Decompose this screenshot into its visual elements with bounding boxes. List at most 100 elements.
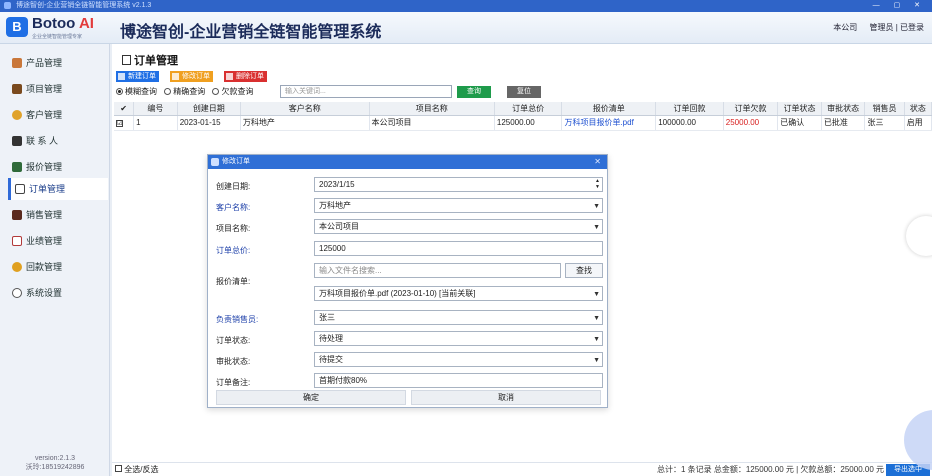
table-header-row: ✔ 编号 创建日期 客户名称 项目名称 订单总价 报价清单 订单回款 订单欠款 … <box>114 102 932 116</box>
approval-value: 待提交 <box>319 355 343 364</box>
radio-exact[interactable] <box>164 88 172 95</box>
select-all-toggle[interactable]: 全选/反选 <box>115 463 158 476</box>
note-label: 订单备注: <box>216 378 251 387</box>
window-title: 博途智创-企业营销全链智能管理系统 v2.1.3 <box>15 2 152 9</box>
col-approval[interactable]: 审批状态 <box>821 102 866 116</box>
cell-date: 2023-01-15 <box>177 115 241 131</box>
note-input[interactable]: 首期付款80% <box>314 373 603 388</box>
total-price-input[interactable]: 125000 <box>314 241 603 256</box>
total-price-label: 订单总价: <box>216 246 251 255</box>
col-status[interactable]: 状态 <box>904 102 932 116</box>
cancel-button[interactable]: 取消 <box>411 390 601 405</box>
col-project[interactable]: 项目名称 <box>369 102 495 116</box>
radio-fuzzy[interactable] <box>116 88 123 95</box>
project-select[interactable]: 本公司项目 ▼ <box>314 219 603 234</box>
sidebar-item-products[interactable]: 产品管理 <box>8 52 108 74</box>
row-checkbox[interactable]: ☑ <box>114 115 135 131</box>
sidebar-item-label: 系统设置 <box>26 288 63 298</box>
orders-table: ✔ 编号 创建日期 客户名称 项目名称 订单总价 报价清单 订单回款 订单欠款 … <box>114 102 932 131</box>
edit-order-button[interactable]: 修改订单 <box>170 71 213 82</box>
table-row[interactable]: ☑ 1 2023-01-15 万科地产 本公司项目 125000.00 万科项目… <box>114 115 932 131</box>
delete-order-button[interactable]: 删除订单 <box>224 71 267 82</box>
app-icon <box>4 1 11 9</box>
col-total[interactable]: 订单总价 <box>494 102 563 116</box>
sidebar-item-label: 报价管理 <box>26 162 63 172</box>
reset-button[interactable]: 复位 <box>507 86 541 98</box>
order-status-label: 订单状态: <box>216 336 251 345</box>
sidebar-item-label: 业绩管理 <box>26 236 63 246</box>
box-icon <box>12 58 22 68</box>
col-date[interactable]: 创建日期 <box>177 102 241 116</box>
window-controls[interactable]: — ▢ ✕ <box>873 0 926 12</box>
search-input[interactable]: 输入关键词... <box>280 85 452 98</box>
company-label: 本公司 <box>833 23 858 32</box>
quote-select[interactable]: 万科项目报价单.pdf (2023-01-10) [当前关联] ▼ <box>314 286 603 301</box>
logo-ai: AI <box>78 15 94 32</box>
sidebar-item-quotes[interactable]: 报价管理 <box>8 156 108 178</box>
spinner-icon[interactable]: ▲ ▼ <box>595 178 600 190</box>
col-quote[interactable]: 报价清单 <box>561 102 657 116</box>
cell-id: 1 <box>133 115 178 131</box>
customer-label: 客户名称: <box>216 203 251 212</box>
col-check[interactable]: ✔ <box>114 102 135 116</box>
approval-select[interactable]: 待提交 ▼ <box>314 352 603 367</box>
app-header: B Botoo AI 企业全链智能管理专家 博途智创-企业营销全链智能管理系统 … <box>0 12 932 44</box>
edit-icon <box>172 73 179 80</box>
created-date-value: 2023/1/15 <box>319 180 355 189</box>
find-button[interactable]: 查找 <box>565 263 603 278</box>
col-owed[interactable]: 订单欠款 <box>723 102 779 116</box>
sidebar-item-contacts[interactable]: 联 系 人 <box>8 130 108 152</box>
sales-select[interactable]: 张三 ▼ <box>314 310 603 325</box>
dialog-icon <box>211 158 219 166</box>
sidebar-item-projects[interactable]: 项目管理 <box>8 78 108 100</box>
cell-owed: 25000.00 <box>723 115 779 131</box>
cell-project: 本公司项目 <box>369 115 495 131</box>
header-user-info: 本公司 管理员 | 已登录 <box>823 22 924 33</box>
sidebar-item-label: 客户管理 <box>26 110 63 120</box>
radio-fuzzy-label[interactable]: 模糊查询 <box>125 87 157 96</box>
radio-debt-label[interactable]: 欠款查询 <box>221 87 253 96</box>
cell-total: 125000.00 <box>494 115 563 131</box>
sidebar-item-customers[interactable]: 客户管理 <box>8 104 108 126</box>
table-footer: 全选/反选 总计：1 条记录 总金额：125000.00 元 | 欠款总额：25… <box>112 462 932 476</box>
sidebar-item-sales[interactable]: 销售管理 <box>8 204 108 226</box>
user-status[interactable]: 管理员 | 已登录 <box>869 23 924 32</box>
logo-brand: Botoo <box>32 15 76 32</box>
folder-icon <box>12 84 22 94</box>
cell-sales: 张三 <box>864 115 905 131</box>
new-order-button[interactable]: 新建订单 <box>116 71 159 82</box>
customer-select[interactable]: 万科地产 ▼ <box>314 198 603 213</box>
radio-exact-label[interactable]: 精确查询 <box>173 87 205 96</box>
checkbox-icon[interactable] <box>115 465 122 472</box>
close-icon[interactable]: ✕ <box>594 155 601 169</box>
cell-approval: 已批准 <box>821 115 866 131</box>
file-search-input[interactable]: 输入文件名搜索... <box>314 263 561 278</box>
sidebar: 产品管理 项目管理 客户管理 联 系 人 报价管理 订单管理 销售管理 业绩管理… <box>0 44 110 476</box>
confirm-button[interactable]: 确定 <box>216 390 406 405</box>
sidebar-item-payments[interactable]: 回款管理 <box>8 256 108 278</box>
col-received[interactable]: 订单回款 <box>655 102 724 116</box>
quote-icon <box>12 162 22 172</box>
col-order-status[interactable]: 订单状态 <box>777 102 822 116</box>
col-customer[interactable]: 客户名称 <box>240 102 370 116</box>
app-title: 博途智创-企业营销全链智能管理系统 <box>120 24 382 41</box>
col-id[interactable]: 编号 <box>133 102 178 116</box>
col-sales[interactable]: 销售员 <box>864 102 905 116</box>
select-all-label[interactable]: 全选/反选 <box>124 465 158 474</box>
sidebar-item-settings[interactable]: 系统设置 <box>8 282 108 304</box>
query-button[interactable]: 查询 <box>457 86 491 98</box>
summary-text: 总计：1 条记录 总金额：125000.00 元 | 欠款总额：25000.00… <box>656 465 884 474</box>
checkbox-checked-icon[interactable]: ☑ <box>116 120 123 127</box>
heart-icon <box>12 110 22 120</box>
order-status-select[interactable]: 待处理 ▼ <box>314 331 603 346</box>
created-date-field[interactable]: 2023/1/15 ▲ ▼ <box>314 177 603 192</box>
project-label: 项目名称: <box>216 224 251 233</box>
sidebar-item-label: 销售管理 <box>26 210 63 220</box>
customer-value: 万科地产 <box>319 201 351 210</box>
cell-quote-link[interactable]: 万科项目报价单.pdf <box>561 115 657 131</box>
sidebar-item-performance[interactable]: 业绩管理 <box>8 230 108 252</box>
radio-debt[interactable] <box>212 88 220 95</box>
chevron-down-icon: ▼ <box>593 357 600 364</box>
page-title: 订单管理 <box>122 52 178 68</box>
sidebar-item-orders[interactable]: 订单管理 <box>8 178 108 200</box>
